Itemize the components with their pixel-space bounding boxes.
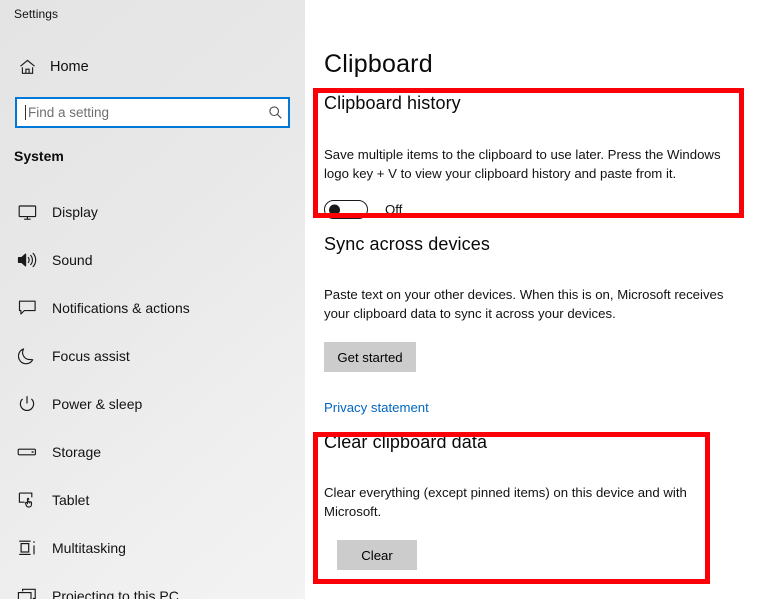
clear-clipboard-data-heading: Clear clipboard data [324,432,488,452]
multitasking-panes-icon [15,536,39,560]
sidebar-item-sound[interactable]: Sound [0,236,305,284]
clipboard-history-toggle[interactable] [324,200,368,219]
clipboard-history-section: Clipboard history Save multiple items to… [324,93,744,219]
moon-icon [15,344,39,368]
power-icon [15,392,39,416]
home-icon [16,57,38,77]
projecting-screens-icon [15,584,39,599]
get-started-button[interactable]: Get started [324,342,416,372]
sync-across-devices-heading: Sync across devices [324,234,490,254]
sidebar-section-title: System [14,148,64,164]
search-input[interactable] [26,99,262,126]
sidebar-item-tablet[interactable]: Tablet [0,476,305,524]
clipboard-history-description: Save multiple items to the clipboard to … [324,147,721,181]
page-title: Clipboard [324,50,433,78]
toggle-knob [329,204,340,215]
clipboard-history-toggle-row: Off [324,200,744,219]
sidebar-item-projecting-to-this-pc[interactable]: Projecting to this PC [0,572,305,599]
sidebar-item-focus-assist[interactable]: Focus assist [0,332,305,380]
sidebar-item-home[interactable]: Home [0,48,305,86]
search-icon[interactable] [262,105,288,120]
sidebar-item-power-and-sleep[interactable]: Power & sleep [0,380,305,428]
sync-across-devices-description: Paste text on your other devices. When t… [324,287,724,321]
sidebar-item-power-and-sleep-label: Power & sleep [52,396,143,412]
tablet-touch-icon [15,488,39,512]
privacy-statement-link[interactable]: Privacy statement [324,400,429,415]
app-title: Settings [14,7,59,21]
sidebar-item-display[interactable]: Display [0,188,305,236]
sync-across-devices-section: Sync across devices Paste text on your o… [324,234,744,417]
storage-drive-icon [15,440,39,464]
sound-speaker-icon [15,248,39,272]
sidebar-item-multitasking-label: Multitasking [52,540,126,556]
sidebar-item-home-label: Home [50,59,89,75]
clear-clipboard-data-section: Clear clipboard data Clear everything (e… [324,432,724,570]
clipboard-history-toggle-state: Off [385,202,403,217]
sidebar-item-notifications-and-actions[interactable]: Notifications & actions [0,284,305,332]
sidebar-item-storage[interactable]: Storage [0,428,305,476]
content-pane: Clipboard Clipboard history Save multipl… [305,0,768,599]
notification-bubble-icon [15,296,39,320]
sidebar-item-notifications-label: Sound [52,252,93,268]
clipboard-history-heading: Clipboard history [324,93,461,113]
sidebar-item-focus-assist-label: Focus assist [52,348,130,364]
sidebar-item-projecting-to-this-pc-label: Projecting to this PC [52,588,179,599]
display-monitor-icon [15,200,39,224]
sidebar-item-display-label: Display [52,204,98,220]
sidebar-item-storage-label: Storage [52,444,102,460]
sidebar: Settings Home System [0,0,305,599]
search-box[interactable] [15,97,290,128]
clear-clipboard-data-description: Clear everything (except pinned items) o… [324,485,687,519]
clear-button[interactable]: Clear [337,540,417,570]
settings-window: Settings Home System [0,0,768,599]
sidebar-item-multitasking[interactable]: Multitasking [0,524,305,572]
sidebar-item-notifications-and-actions-label: Notifications & actions [52,300,190,316]
sidebar-item-tablet-label: Tablet [52,492,90,508]
sidebar-nav: Display Sound Notifications & actions Fo… [0,188,305,599]
